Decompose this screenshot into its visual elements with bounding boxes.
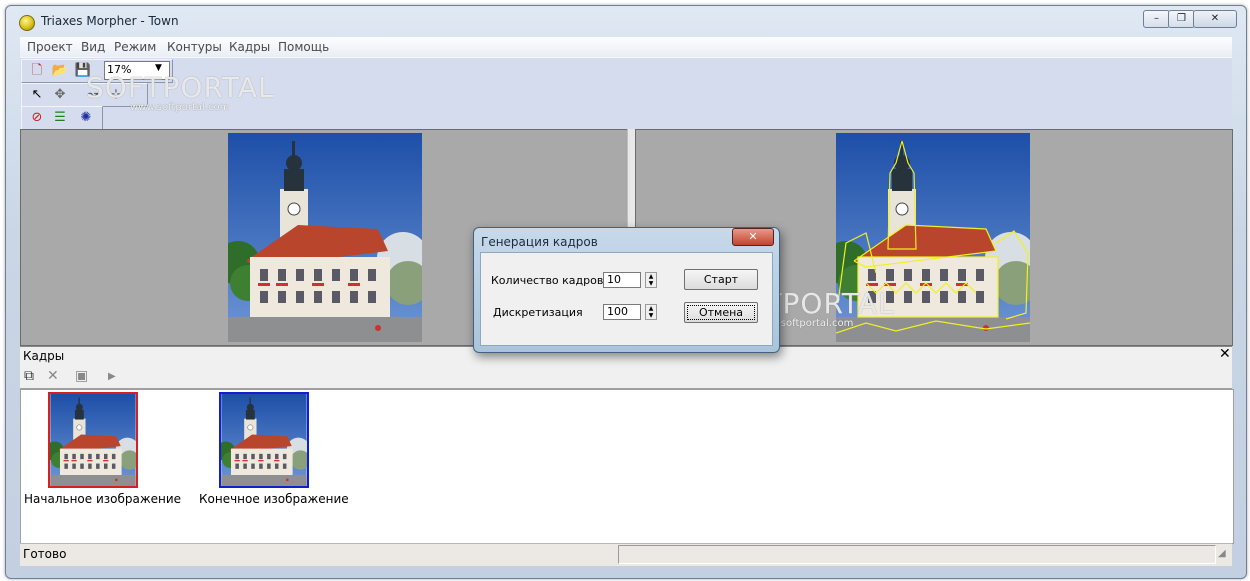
open-folder-icon[interactable]: 📂 <box>51 62 69 80</box>
status-text: Готово <box>23 547 67 561</box>
close-icon: ✕ <box>748 230 758 243</box>
menu-help[interactable]: Помощь <box>278 40 329 54</box>
frames-list <box>20 389 1234 544</box>
sampling-label: Дискретизация <box>493 306 583 319</box>
watermark: SOFTPORTAL <box>86 71 275 104</box>
start-button[interactable]: Старт <box>684 269 758 290</box>
menu-mode[interactable]: Режим <box>114 40 156 54</box>
app-icon[interactable] <box>19 15 35 31</box>
minimize-button[interactable]: – <box>1143 10 1170 28</box>
sampling-input[interactable]: 100 <box>603 304 641 320</box>
status-panel <box>618 545 1216 564</box>
frame-count-label: Количество кадров <box>491 274 604 287</box>
restore-button[interactable]: ❐ <box>1168 10 1195 28</box>
start-frame-caption: Начальное изображение <box>24 492 182 506</box>
frame-count-stepper[interactable]: ▲ ▼ <box>645 272 657 288</box>
generate-frames-icon[interactable]: ⧉ <box>24 368 34 384</box>
pointer-tool-icon[interactable]: ↖ <box>28 86 46 104</box>
watermark-url: www.softportal.com <box>130 102 230 113</box>
save-frame-icon[interactable]: ▣ <box>75 368 88 384</box>
preview-icon[interactable]: ✺ <box>77 109 95 127</box>
dialog-body <box>480 252 773 346</box>
sampling-stepper[interactable]: ▲ ▼ <box>645 304 657 320</box>
new-project-icon[interactable]: 🗋 <box>28 62 46 80</box>
dialog-title: Генерация кадров <box>481 235 598 249</box>
menu-frames[interactable]: Кадры <box>229 40 270 54</box>
frame-count-input[interactable]: 10 <box>603 272 641 288</box>
dialog-close-button[interactable]: ✕ <box>732 228 774 246</box>
frames-panel-title: Кадры <box>23 349 65 363</box>
menu-contours[interactable]: Контуры <box>167 40 222 54</box>
frames-toolbar <box>20 365 1232 389</box>
end-frame-thumbnail[interactable] <box>219 392 309 488</box>
end-frame-image <box>221 394 307 486</box>
toolbar-view: ⊘ ☰ ✺ <box>21 106 103 130</box>
close-icon: ✕ <box>1210 13 1220 24</box>
start-image <box>228 133 422 342</box>
play-icon[interactable]: ▶ <box>108 371 116 382</box>
menu-view[interactable]: Вид <box>81 40 105 54</box>
start-frame-image <box>50 394 136 486</box>
restore-icon: ❐ <box>1177 13 1186 24</box>
menu-project[interactable]: Проект <box>27 40 73 54</box>
window-title: Triaxes Morpher - Town <box>41 14 179 28</box>
move-tool-icon[interactable]: ✥ <box>51 86 69 104</box>
start-frame-thumbnail[interactable] <box>48 392 138 488</box>
frames-panel-close-icon[interactable]: ✕ <box>1219 346 1231 362</box>
contour-list-icon[interactable]: ☰ <box>51 109 69 127</box>
end-frame-caption: Конечное изображение <box>199 492 349 506</box>
hide-contours-icon[interactable]: ⊘ <box>28 109 46 127</box>
minimize-icon: – <box>1154 13 1159 24</box>
cancel-button[interactable]: Отмена <box>684 302 758 323</box>
resize-grip-icon[interactable]: ◢ <box>1218 548 1226 559</box>
close-button[interactable]: ✕ <box>1193 10 1237 28</box>
delete-frame-icon[interactable]: ✕ <box>47 368 59 384</box>
